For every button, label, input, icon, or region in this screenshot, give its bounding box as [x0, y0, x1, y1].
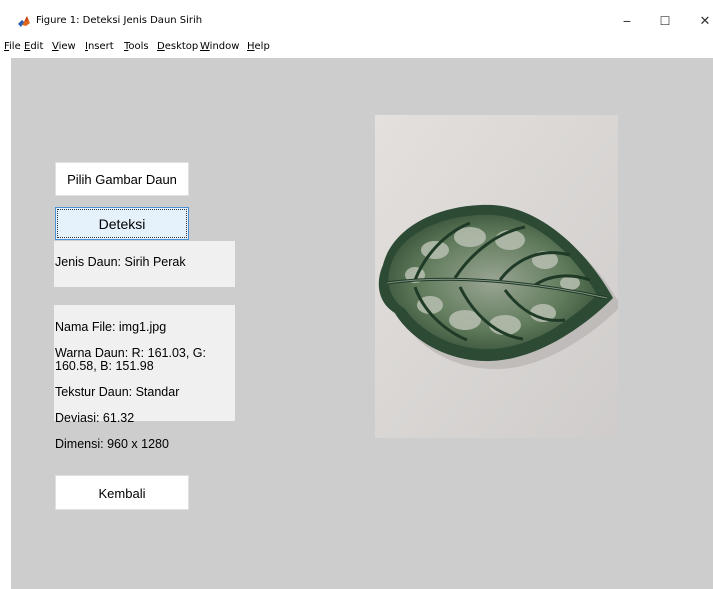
deviation-text: Deviasi: 61.32 [55, 411, 135, 425]
minimize-button[interactable]: − [612, 10, 642, 32]
sirih-leaf-photo [375, 115, 618, 438]
title-bar: Figure 1: Deteksi Jenis Daun Sirih − ☐ ✕ [0, 0, 713, 40]
menu-desktop[interactable]: Desktop [157, 41, 198, 52]
detect-button[interactable]: Deteksi [55, 207, 189, 240]
maximize-button[interactable]: ☐ [650, 10, 680, 32]
close-button[interactable]: ✕ [690, 10, 713, 32]
leaf-color-text: Warna Daun: R: 161.03, G: 160.58, B: 151… [55, 346, 207, 373]
figure-window: Figure 1: Deteksi Jenis Daun Sirih − ☐ ✕… [0, 0, 713, 589]
menu-help[interactable]: Help [247, 41, 270, 52]
menu-bar: File Edit View Insert Tools Desktop Window Help [0, 40, 713, 58]
leaf-type-text: Jenis Daun: Sirih Perak [55, 255, 186, 269]
menu-file[interactable]: File [4, 41, 21, 52]
window-title: Figure 1: Deteksi Jenis Daun Sirih [36, 15, 203, 26]
menu-window[interactable]: Window [200, 41, 239, 52]
menu-view[interactable]: View [52, 41, 76, 52]
menu-insert[interactable]: Insert [85, 41, 114, 52]
file-name-text: Nama File: img1.jpg [55, 320, 167, 334]
info-box: Nama File: img1.jpg Warna Daun: R: 161.0… [54, 305, 235, 451]
result-box: Jenis Daun: Sirih Perak [54, 241, 235, 287]
dimension-text: Dimensi: 960 x 1280 [55, 437, 169, 451]
back-button[interactable]: Kembali [55, 475, 189, 510]
matlab-icon [17, 14, 31, 28]
menu-edit[interactable]: Edit [24, 41, 43, 52]
menu-tools[interactable]: Tools [124, 41, 149, 52]
pick-image-button[interactable]: Pilih Gambar Daun [55, 162, 189, 196]
leaf-texture-text: Tekstur Daun: Standar [55, 385, 180, 399]
